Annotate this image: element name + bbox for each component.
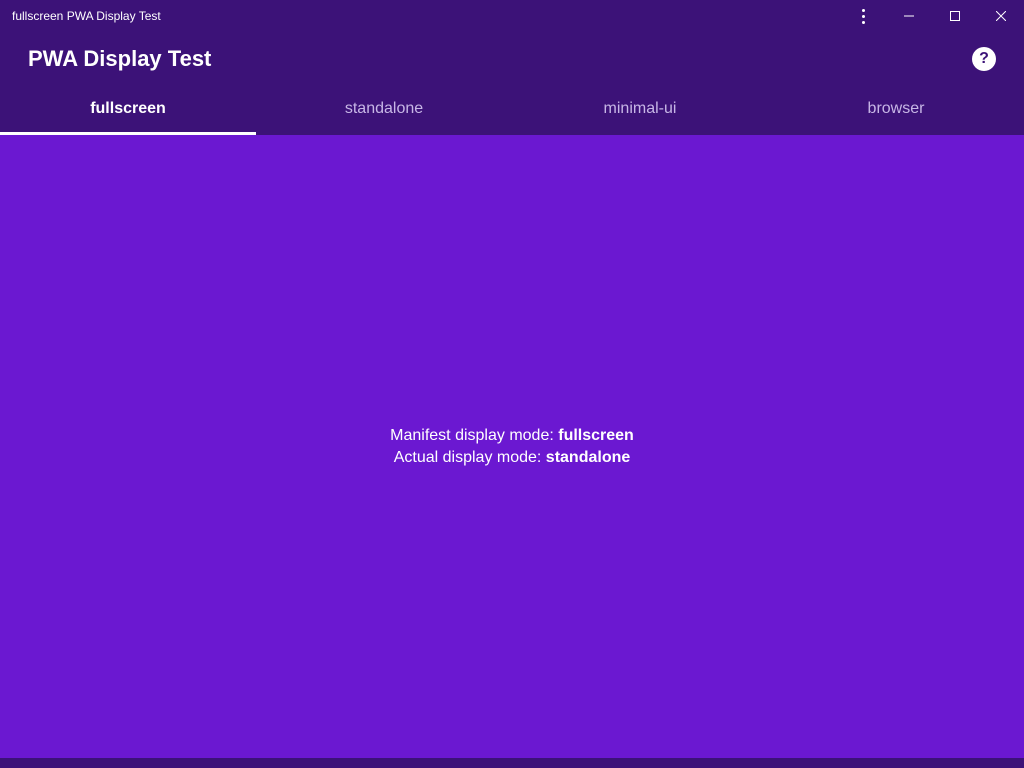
window-title: fullscreen PWA Display Test [12, 9, 161, 23]
manifest-display-mode: Manifest display mode: fullscreen [390, 427, 634, 445]
manifest-value: fullscreen [558, 427, 634, 444]
tab-minimal-ui[interactable]: minimal-ui [512, 86, 768, 135]
tab-standalone[interactable]: standalone [256, 86, 512, 135]
actual-value: standalone [546, 449, 630, 466]
kebab-icon [862, 9, 865, 24]
titlebar-controls [840, 0, 1024, 32]
tabs: fullscreen standalone minimal-ui browser [0, 86, 1024, 135]
tab-browser[interactable]: browser [768, 86, 1024, 135]
help-button[interactable]: ? [972, 47, 996, 71]
maximize-icon [950, 11, 960, 21]
minimize-icon [904, 11, 914, 21]
close-button[interactable] [978, 0, 1024, 32]
actual-label: Actual display mode: [394, 449, 546, 466]
maximize-button[interactable] [932, 0, 978, 32]
help-icon: ? [979, 50, 989, 68]
header-row: PWA Display Test ? [28, 46, 996, 86]
menu-button[interactable] [840, 0, 886, 32]
app-header: PWA Display Test ? [0, 32, 1024, 86]
app-title: PWA Display Test [28, 46, 211, 72]
minimize-button[interactable] [886, 0, 932, 32]
actual-display-mode: Actual display mode: standalone [394, 449, 631, 467]
tab-fullscreen[interactable]: fullscreen [0, 86, 256, 135]
close-icon [996, 11, 1006, 21]
titlebar: fullscreen PWA Display Test [0, 0, 1024, 32]
manifest-label: Manifest display mode: [390, 427, 558, 444]
content-area: Manifest display mode: fullscreen Actual… [0, 135, 1024, 758]
